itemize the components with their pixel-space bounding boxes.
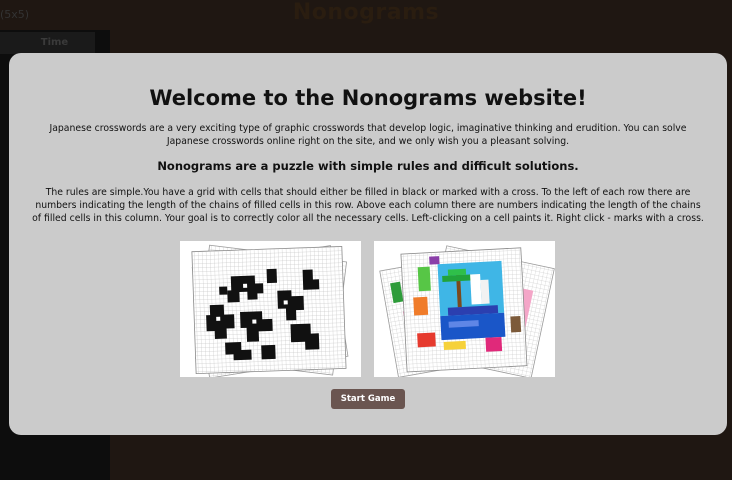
bw-nonogram-illustration — [180, 241, 361, 377]
page-title: Nonograms — [292, 0, 440, 25]
example-image-colored — [374, 241, 555, 377]
example-image-black-white — [180, 241, 361, 377]
puzzle-size-label: (5x5) — [0, 8, 30, 21]
time-column-header: Time — [0, 32, 95, 54]
modal-title: Welcome to the Nonograms website! — [149, 86, 587, 110]
modal-subheading: Nonograms are a puzzle with simple rules… — [157, 159, 579, 173]
start-game-button[interactable]: Start Game — [331, 389, 405, 409]
rules-text: The rules are simple.You have a grid wit… — [32, 187, 704, 224]
color-nonogram-illustration — [374, 241, 555, 377]
intro-text: Japanese crosswords are a very exciting … — [49, 123, 687, 147]
welcome-modal: Welcome to the Nonograms website! Japane… — [9, 53, 727, 435]
example-images — [180, 241, 555, 377]
